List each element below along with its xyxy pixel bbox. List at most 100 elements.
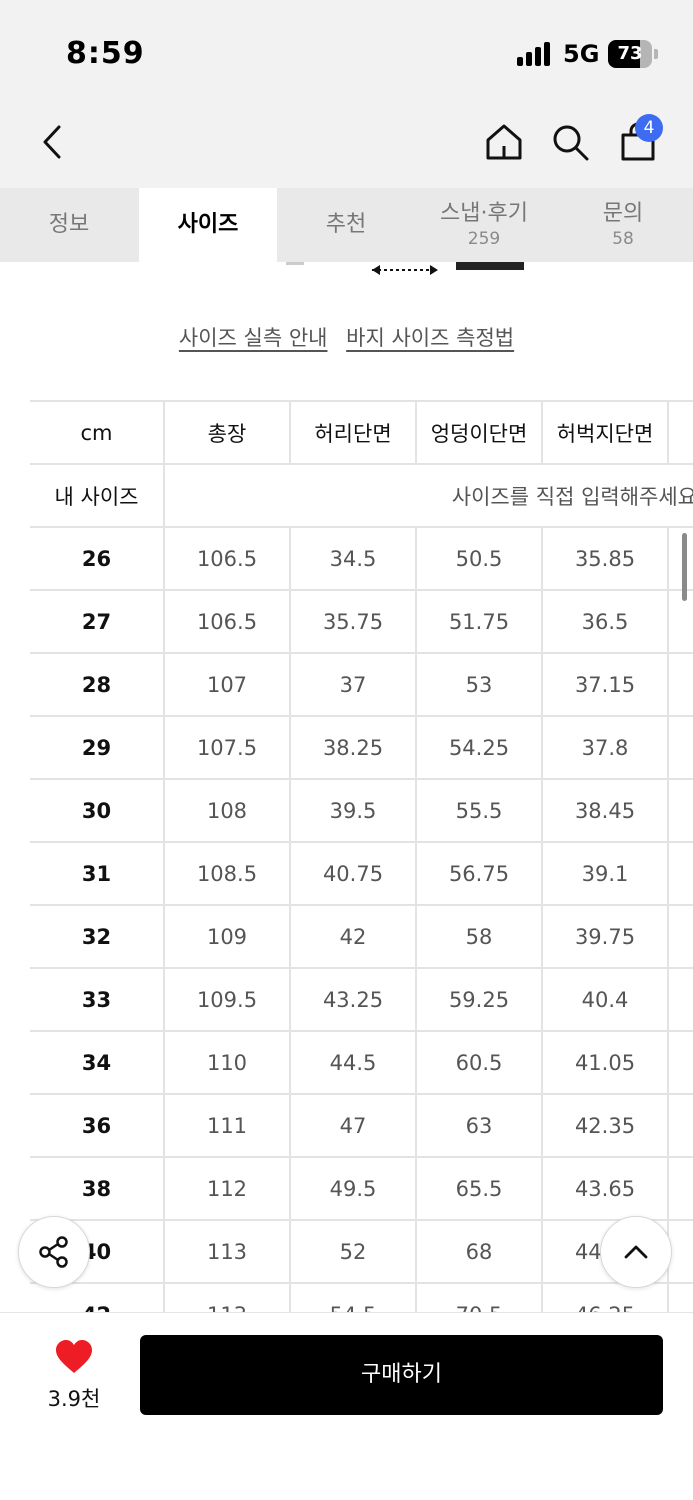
search-button[interactable] xyxy=(548,120,592,164)
size-guide-links: 사이즈 실측 안내 바지 사이즈 측정법 xyxy=(0,322,693,352)
size-cell: 33 xyxy=(30,968,165,1032)
overflow-cell xyxy=(668,527,693,591)
measurement-cell: 111 xyxy=(164,1094,291,1158)
signal-icon xyxy=(517,42,555,66)
measurement-cell: 70.5 xyxy=(416,1283,543,1312)
measurement-cell: 59.25 xyxy=(416,968,543,1032)
tab-count: 58 xyxy=(612,229,634,249)
measurement-cell: 39.5 xyxy=(290,779,417,843)
measurement-cell: 37.15 xyxy=(542,653,669,717)
measurement-cell: 113 xyxy=(164,1220,291,1284)
measure-method-link[interactable]: 바지 사이즈 측정법 xyxy=(346,326,514,350)
overflow-cell xyxy=(668,968,693,1032)
buy-button[interactable]: 구매하기 xyxy=(140,1335,663,1415)
size-cell: 36 xyxy=(30,1094,165,1158)
size-cell: 34 xyxy=(30,1031,165,1095)
measurement-cell: 107 xyxy=(164,653,291,717)
table-row: 40113526844.95 xyxy=(30,1220,693,1284)
size-cell: 27 xyxy=(30,590,165,654)
measurement-cell: 108 xyxy=(164,779,291,843)
table-row: 30 108 39.5 55.5 38.45 xyxy=(30,779,693,843)
tab-label: 추천 xyxy=(325,212,367,237)
size-guide-link[interactable]: 사이즈 실측 안내 xyxy=(179,326,328,350)
tab-bar: 정보 사이즈 추천 스냅·후기 259 문의 58 xyxy=(0,188,693,262)
measurement-cell: 43.25 xyxy=(290,968,417,1032)
like-button[interactable]: 3.9천 xyxy=(36,1339,112,1413)
overflow-cell xyxy=(668,842,693,906)
table-row: 33 109.5 43.25 59.25 40.4 xyxy=(30,968,693,1032)
header-cell: 허리단면 xyxy=(290,400,417,465)
measurement-cell: 47 xyxy=(290,1094,417,1158)
measurement-diagram-fragment xyxy=(0,262,693,278)
measurement-cell: 39.1 xyxy=(542,842,669,906)
measurement-cell: 46.25 xyxy=(542,1283,669,1312)
table-row: 34 110 44.5 60.5 41.05 xyxy=(30,1031,693,1095)
tab-label: 스냅·후기 xyxy=(440,201,528,226)
measurement-cell: 40.75 xyxy=(290,842,417,906)
tab-label: 정보 xyxy=(48,212,90,237)
tab-snap-review[interactable]: 스냅·후기 259 xyxy=(415,188,553,262)
overflow-cell xyxy=(668,1031,693,1095)
table-row: 36 111 47 63 42.35 xyxy=(30,1094,693,1158)
scroll-top-button[interactable] xyxy=(600,1216,672,1288)
tab-info[interactable]: 정보 xyxy=(0,188,138,262)
size-cell: 32 xyxy=(30,905,165,969)
share-icon xyxy=(39,1236,68,1268)
measurement-cell: 54.25 xyxy=(416,716,543,780)
measurement-cell: 112 xyxy=(164,1157,291,1221)
overflow-cell xyxy=(668,1283,693,1312)
measurement-cell: 35.85 xyxy=(542,527,669,591)
tab-label: 사이즈 xyxy=(177,212,239,237)
home-button[interactable] xyxy=(482,120,526,164)
header-cell: 총장 xyxy=(164,400,291,465)
battery-icon: 73 xyxy=(608,40,652,68)
measurement-cell: 113 xyxy=(164,1283,291,1312)
measurement-cell: 39.75 xyxy=(542,905,669,969)
size-cell: 38 xyxy=(30,1157,165,1221)
table-row: 27 106.5 35.75 51.75 36.5 xyxy=(30,590,693,654)
network-type: 5G xyxy=(563,40,600,68)
measurement-cell: 37.8 xyxy=(542,716,669,780)
header-cell: 엉덩이단면 xyxy=(416,400,543,465)
battery-nub xyxy=(654,49,658,59)
table-header-row: cm 총장 허리단면 엉덩이단면 허벅지단면 xyxy=(30,400,693,465)
size-cell: 26 xyxy=(30,527,165,591)
tab-inquiry[interactable]: 문의 58 xyxy=(554,188,692,262)
share-button[interactable] xyxy=(18,1216,90,1288)
app-header xyxy=(0,100,693,188)
tab-count: 259 xyxy=(467,229,501,249)
heart-icon xyxy=(56,1340,92,1373)
measurement-cell: 36.5 xyxy=(542,590,669,654)
size-cell: 31 xyxy=(30,842,165,906)
measurement-cell: 106.5 xyxy=(164,527,291,591)
tab-recommend[interactable]: 추천 xyxy=(277,188,415,262)
measurement-cell: 106.5 xyxy=(164,590,291,654)
measurement-cell: 52 xyxy=(290,1220,417,1284)
size-cell: 29 xyxy=(30,716,165,780)
back-chevron-icon xyxy=(43,125,61,159)
table-row: 28 107 37 53 37.15 xyxy=(30,653,693,717)
measurement-cell: 53 xyxy=(416,653,543,717)
measurement-cell: 37 xyxy=(290,653,417,717)
table-row: 4211354.570.546.25 xyxy=(30,1283,693,1312)
tab-size[interactable]: 사이즈 xyxy=(139,188,277,262)
measurement-cell: 42 xyxy=(290,905,417,969)
overflow-cell xyxy=(668,653,693,717)
my-size-label: 내 사이즈 xyxy=(30,464,165,528)
my-size-input[interactable]: 사이즈를 직접 입력해주세요 xyxy=(164,464,693,528)
table-scrollbar[interactable] xyxy=(682,533,687,601)
table-row: 31 108.5 40.75 56.75 39.1 xyxy=(30,842,693,906)
tab-label: 문의 xyxy=(602,201,644,226)
measurement-cell: 49.5 xyxy=(290,1157,417,1221)
battery-percent: 73 xyxy=(617,43,643,64)
measurement-cell: 50.5 xyxy=(416,527,543,591)
size-table-container[interactable]: cm 총장 허리단면 엉덩이단면 허벅지단면 내 사이즈 사이즈를 직접 입력해… xyxy=(30,400,693,1312)
header-cell-overflow xyxy=(668,400,693,465)
measurement-cell: 109.5 xyxy=(164,968,291,1032)
back-button[interactable] xyxy=(30,120,74,164)
size-cell: 30 xyxy=(30,779,165,843)
table-row: 38 112 49.5 65.5 43.65 xyxy=(30,1157,693,1221)
chevron-up-icon xyxy=(624,1245,648,1259)
like-count: 3.9천 xyxy=(47,1387,101,1411)
measurement-cell: 51.75 xyxy=(416,590,543,654)
